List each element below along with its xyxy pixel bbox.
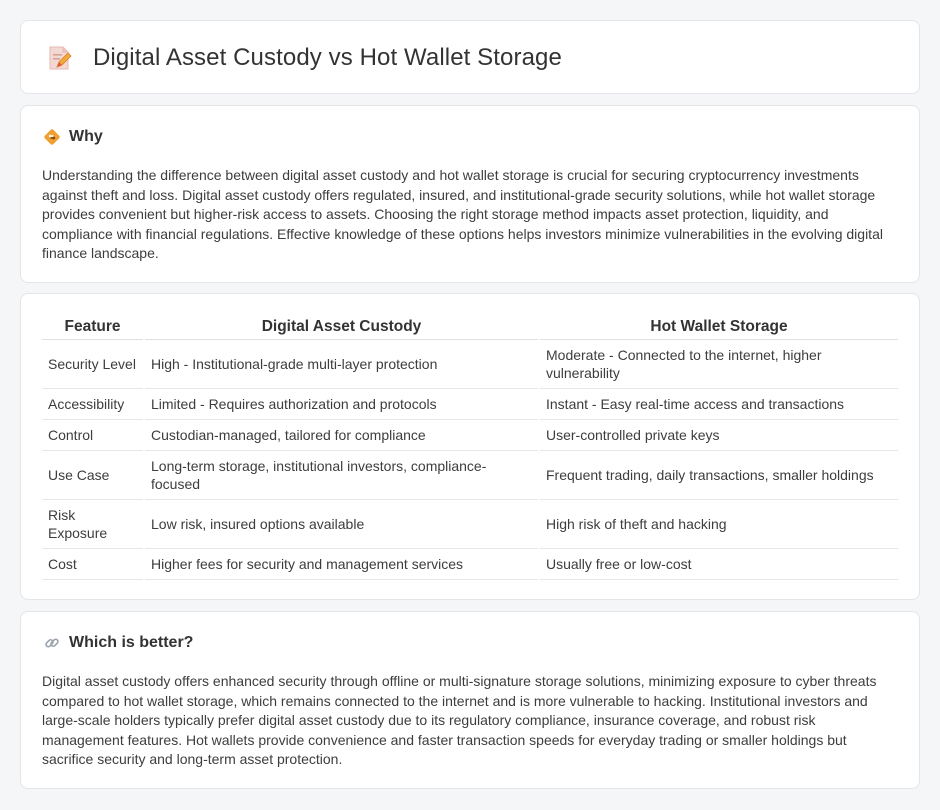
custody-cell: Custodian-managed, tailored for complian…	[143, 419, 539, 451]
which-is-better-section: Which is better? Digital asset custody o…	[20, 611, 920, 789]
hot-wallet-cell: Instant - Easy real-time access and tran…	[538, 388, 898, 420]
title-row: Digital Asset Custody vs Hot Wallet Stor…	[45, 43, 562, 73]
header-feature: Feature	[42, 315, 144, 340]
hot-wallet-cell: Moderate - Connected to the internet, hi…	[538, 339, 898, 389]
custody-cell: Low risk, insured options available	[143, 499, 539, 549]
diamond-arrows-icon	[44, 129, 60, 145]
table-row: Control Custodian-managed, tailored for …	[42, 419, 898, 451]
hot-wallet-cell: Usually free or low-cost	[538, 548, 898, 580]
hot-wallet-cell: High risk of theft and hacking	[538, 499, 898, 549]
feature-cell: Risk Exposure	[42, 499, 144, 549]
why-section: Why Understanding the difference between…	[20, 105, 920, 283]
header-custody: Digital Asset Custody	[143, 315, 539, 340]
hot-wallet-cell: Frequent trading, daily transactions, sm…	[538, 450, 898, 500]
better-body: Digital asset custody offers enhanced se…	[42, 673, 877, 767]
comparison-table: Feature Digital Asset Custody Hot Wallet…	[42, 315, 898, 580]
custody-cell: Limited - Requires authorization and pro…	[143, 388, 539, 420]
feature-cell: Cost	[42, 548, 144, 580]
table-row: Accessibility Limited - Requires authori…	[42, 388, 898, 420]
document-pencil-icon	[49, 46, 72, 70]
feature-cell: Accessibility	[42, 388, 144, 420]
why-body: Understanding the difference between dig…	[42, 167, 883, 261]
feature-cell: Security Level	[42, 339, 144, 389]
table-header-row: Feature Digital Asset Custody Hot Wallet…	[42, 315, 898, 340]
header-hot-wallet: Hot Wallet Storage	[538, 315, 898, 340]
custody-cell: High - Institutional-grade multi-layer p…	[143, 339, 539, 389]
title-card: Digital Asset Custody vs Hot Wallet Stor…	[20, 20, 920, 94]
better-title: Which is better?	[69, 634, 194, 651]
custody-cell: Higher fees for security and management …	[143, 548, 539, 580]
comparison-section: Feature Digital Asset Custody Hot Wallet…	[20, 293, 920, 600]
custody-cell: Long-term storage, institutional investo…	[143, 450, 539, 500]
table-row: Cost Higher fees for security and manage…	[42, 548, 898, 580]
table-row: Use Case Long-term storage, institutiona…	[42, 450, 898, 500]
feature-cell: Control	[42, 419, 144, 451]
page-title: Digital Asset Custody vs Hot Wallet Stor…	[93, 44, 562, 71]
table-row: Security Level High - Institutional-grad…	[42, 339, 898, 389]
why-title: Why	[69, 128, 103, 145]
better-header: Which is better?	[43, 634, 193, 652]
hot-wallet-cell: User-controlled private keys	[538, 419, 898, 451]
table-row: Risk Exposure Low risk, insured options …	[42, 499, 898, 549]
link-icon	[45, 638, 59, 648]
feature-cell: Use Case	[42, 450, 144, 500]
why-header: Why	[43, 128, 103, 146]
